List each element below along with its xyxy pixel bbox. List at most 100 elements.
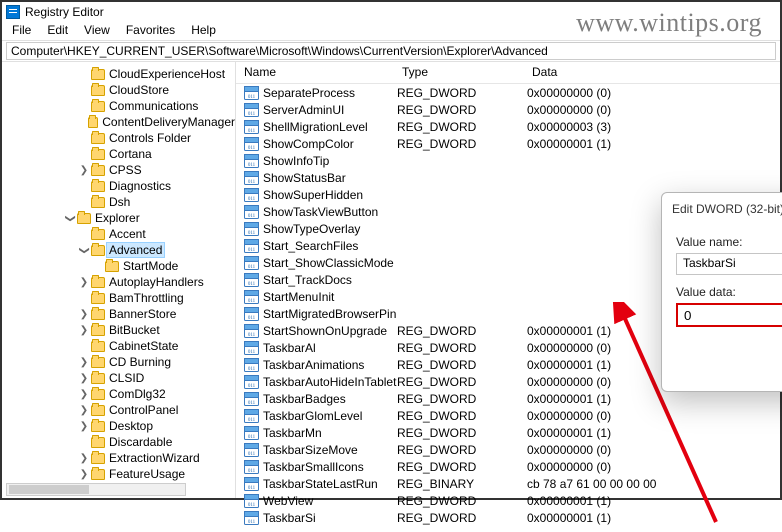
dialog-title-bar[interactable]: Edit DWORD (32-bit) Value ✕ [662,193,782,225]
chevron-right-icon[interactable] [78,372,90,384]
chevron-right-icon[interactable] [78,164,90,176]
tree-node[interactable]: CPSS [8,162,235,178]
tree-node[interactable]: CabinetState [8,338,235,354]
tree-node[interactable]: AutoplayHandlers [8,274,235,290]
folder-icon [91,437,105,448]
tree-node[interactable]: Advanced [8,242,235,258]
tree-node[interactable]: StartMode [8,258,235,274]
value-row[interactable]: 011TaskbarStateLastRunREG_BINARYcb 78 a7… [236,475,780,492]
dword-value-icon: 011 [244,222,259,236]
value-row[interactable]: 011TaskbarMnREG_DWORD0x00000001 (1) [236,424,780,441]
tree-node-label: Explorer [95,211,140,225]
value-row[interactable]: 011ShowInfoTip [236,152,780,169]
tree-node-label: CabinetState [109,339,178,353]
value-row[interactable]: 011TaskbarBadgesREG_DWORD0x00000001 (1) [236,390,780,407]
tree-node[interactable]: ControlPanel [8,402,235,418]
dword-value-icon: 011 [244,307,259,321]
tree-node-label: BitBucket [109,323,160,337]
address-input[interactable] [6,42,776,60]
tree-node-label: Diagnostics [109,179,171,193]
folder-icon [91,421,105,432]
value-row[interactable]: 011ServerAdminUIREG_DWORD0x00000000 (0) [236,101,780,118]
value-row[interactable]: 011ShellMigrationLevelREG_DWORD0x0000000… [236,118,780,135]
value-row[interactable]: 011SeparateProcessREG_DWORD0x00000000 (0… [236,84,780,101]
value-type-cell: REG_DWORD [397,358,527,372]
menu-file[interactable]: File [4,22,39,40]
tree-node[interactable]: Desktop [8,418,235,434]
value-row[interactable]: 011TaskbarSiREG_DWORD0x00000001 (1) [236,509,780,526]
dword-value-icon: 011 [244,375,259,389]
value-row[interactable]: 011ShowStatusBar [236,169,780,186]
tree-node[interactable]: ContentDeliveryManager [8,114,235,130]
folder-icon [91,245,105,256]
chevron-right-icon[interactable] [78,420,90,432]
value-row[interactable]: 011TaskbarGlomLevelREG_DWORD0x00000000 (… [236,407,780,424]
tree-node-label: AutoplayHandlers [109,275,204,289]
tree-node[interactable]: CLSID [8,370,235,386]
column-header-type[interactable]: Type [394,62,524,83]
menu-favorites[interactable]: Favorites [118,22,183,40]
chevron-right-icon[interactable] [78,452,90,464]
value-row[interactable]: 011TaskbarSmallIconsREG_DWORD0x00000000 … [236,458,780,475]
column-header-name[interactable]: Name [236,62,394,83]
tree-horizontal-scrollbar[interactable] [6,483,186,496]
tree-node[interactable]: CloudStore [8,82,235,98]
tree-node[interactable]: Dsh [8,194,235,210]
folder-icon [91,69,105,80]
tree-node[interactable]: ComDlg32 [8,386,235,402]
svg-text:011: 011 [248,401,256,406]
svg-text:011: 011 [248,384,256,389]
registry-tree[interactable]: CloudExperienceHost CloudStoreCommunicati… [2,62,236,498]
value-data-cell: 0x00000000 (0) [527,409,780,423]
tree-node-label: CloudStore [109,83,169,97]
tree-node[interactable]: CloudExperienceHost [8,66,235,82]
value-data-input[interactable] [676,303,782,327]
tree-node-label: BannerStore [109,307,176,321]
value-row[interactable]: 011TaskbarSizeMoveREG_DWORD0x00000000 (0… [236,441,780,458]
value-type-cell: REG_DWORD [397,324,527,338]
tree-node[interactable]: Discardable [8,434,235,450]
spacer-icon [78,340,90,352]
tree-node[interactable]: Controls Folder [8,130,235,146]
menu-view[interactable]: View [76,22,118,40]
menu-edit[interactable]: Edit [39,22,76,40]
folder-icon [88,117,99,128]
tree-node[interactable]: Accent [8,226,235,242]
chevron-right-icon[interactable] [78,468,90,480]
value-row[interactable]: 011ShowCompColorREG_DWORD0x00000001 (1) [236,135,780,152]
tree-node-label: CloudExperienceHost [109,67,225,81]
folder-icon [91,373,105,384]
value-name-cell: ShowSuperHidden [263,188,397,202]
tree-node[interactable]: Cortana [8,146,235,162]
tree-node[interactable]: BamThrottling [8,290,235,306]
value-row[interactable]: 011WebViewREG_DWORD0x00000001 (1) [236,492,780,509]
tree-node[interactable]: FeatureUsage [8,466,235,482]
chevron-right-icon[interactable] [78,324,90,336]
chevron-right-icon[interactable] [78,388,90,400]
value-name-cell: ShowTypeOverlay [263,222,397,236]
value-data-cell: cb 78 a7 61 00 00 00 00 [527,477,780,491]
value-data-cell: 0x00000001 (1) [527,494,780,508]
spacer-icon [78,148,90,160]
chevron-down-icon[interactable] [78,244,90,256]
chevron-right-icon[interactable] [78,308,90,320]
dword-value-icon: 011 [244,86,259,100]
tree-node[interactable]: ExtractionWizard [8,450,235,466]
tree-node[interactable]: Communications [8,98,235,114]
chevron-down-icon[interactable] [64,212,76,224]
folder-icon [91,181,105,192]
chevron-right-icon[interactable] [78,404,90,416]
tree-node[interactable]: Diagnostics [8,178,235,194]
tree-node[interactable]: CD Burning [8,354,235,370]
dword-value-icon: 011 [244,188,259,202]
dword-value-icon: 011 [244,341,259,355]
column-header-data[interactable]: Data [524,62,780,83]
svg-text:011: 011 [248,265,256,270]
tree-node[interactable]: Explorer [8,210,235,226]
chevron-right-icon[interactable] [78,276,90,288]
tree-node[interactable]: BitBucket [8,322,235,338]
tree-node[interactable]: BannerStore [8,306,235,322]
chevron-right-icon[interactable] [78,356,90,368]
menu-help[interactable]: Help [183,22,224,40]
value-name-field[interactable]: TaskbarSi [676,253,782,275]
